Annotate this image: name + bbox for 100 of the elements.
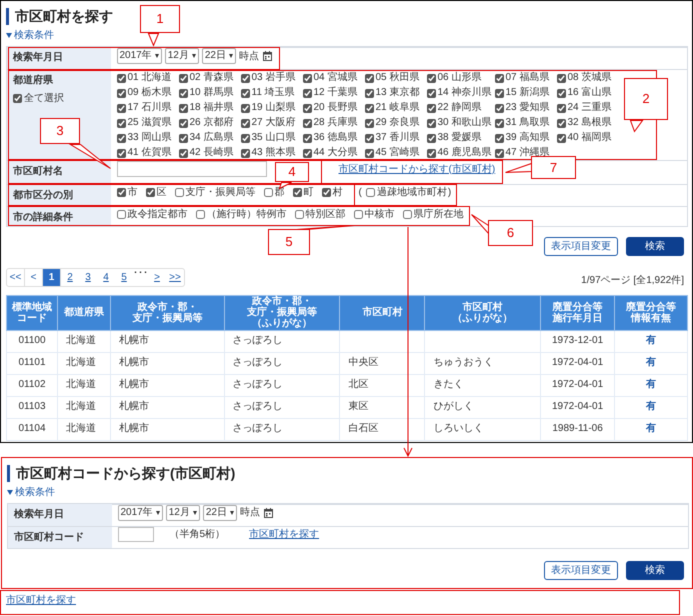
conditions-toggle[interactable]: 検索条件 xyxy=(6,29,688,42)
info-link[interactable]: 有 xyxy=(646,401,656,412)
checkbox[interactable] xyxy=(556,74,566,82)
checkbox[interactable] xyxy=(292,188,302,196)
page-link[interactable]: > xyxy=(148,268,166,286)
checkbox[interactable] xyxy=(354,210,362,218)
search-button[interactable]: 検索 xyxy=(626,560,684,580)
search-by-code-link[interactable]: 市区町村コードから探す(市区町村) xyxy=(338,162,496,176)
checkbox[interactable] xyxy=(426,104,436,112)
checkbox[interactable] xyxy=(366,188,375,196)
info-link[interactable]: 有 xyxy=(646,379,656,390)
checkbox[interactable] xyxy=(240,104,250,112)
display-settings-button[interactable]: 表示項目変更 xyxy=(544,560,618,580)
checkbox[interactable] xyxy=(174,188,184,196)
page-link[interactable]: >> xyxy=(166,268,184,286)
checkbox[interactable] xyxy=(13,94,22,102)
checkbox[interactable] xyxy=(116,88,126,98)
month-dropdown[interactable]: 12月 xyxy=(166,504,200,520)
table-cell: 北海道 xyxy=(57,418,110,440)
calendar-icon[interactable] xyxy=(263,51,272,61)
checkbox[interactable] xyxy=(294,210,304,218)
checkbox[interactable] xyxy=(302,148,312,158)
search-by-name-link[interactable]: 市区町村を探す xyxy=(249,528,320,541)
checkbox[interactable] xyxy=(302,134,312,142)
checkbox[interactable] xyxy=(364,88,374,98)
checkbox[interactable] xyxy=(240,118,250,128)
checkbox[interactable] xyxy=(556,118,566,128)
checkbox[interactable] xyxy=(116,134,126,142)
checkbox[interactable] xyxy=(178,118,188,128)
year-dropdown[interactable]: 2017年 xyxy=(118,504,163,520)
page-link[interactable]: 2 xyxy=(61,268,79,286)
month-dropdown[interactable]: 12月 xyxy=(164,48,199,64)
info-link[interactable]: 有 xyxy=(646,335,656,346)
checkbox[interactable] xyxy=(494,104,504,112)
checkbox[interactable] xyxy=(116,148,126,158)
checkbox[interactable] xyxy=(178,148,188,158)
checkbox-label: 18 福井県 xyxy=(190,101,234,115)
info-link[interactable]: 有 xyxy=(646,423,656,434)
page-link[interactable]: 3 xyxy=(79,268,97,286)
checkbox[interactable] xyxy=(322,188,330,196)
checkbox[interactable] xyxy=(240,88,250,98)
checkbox[interactable] xyxy=(494,134,504,142)
table-cell: さっぽろし xyxy=(224,418,340,440)
table-cell: 01100 xyxy=(6,330,58,352)
checkbox[interactable] xyxy=(116,74,126,82)
checkbox[interactable] xyxy=(364,134,374,142)
calendar-icon[interactable] xyxy=(264,508,273,518)
checkbox[interactable] xyxy=(302,88,312,98)
info-link[interactable]: 有 xyxy=(646,357,656,368)
checkbox[interactable] xyxy=(426,74,436,82)
checkbox[interactable] xyxy=(240,134,250,142)
page-link[interactable]: 1 xyxy=(43,268,61,286)
checkbox[interactable] xyxy=(402,210,412,218)
page-link[interactable]: 4 xyxy=(97,268,115,286)
checkbox[interactable] xyxy=(494,118,504,128)
checkbox[interactable] xyxy=(494,88,504,98)
input-field[interactable] xyxy=(116,161,266,177)
code-input-field[interactable] xyxy=(118,527,154,542)
checkbox-label: 17 石川県 xyxy=(128,101,172,115)
checkbox[interactable] xyxy=(116,104,126,112)
checkbox[interactable] xyxy=(240,148,250,158)
checkbox[interactable] xyxy=(178,134,188,142)
checkbox-label: 06 山形県 xyxy=(438,71,482,85)
checkbox[interactable] xyxy=(302,104,312,112)
page-link[interactable]: 5 xyxy=(115,268,133,286)
checkbox[interactable] xyxy=(302,74,312,82)
checkbox[interactable] xyxy=(364,74,374,82)
search-button[interactable]: 検索 xyxy=(626,236,684,256)
checkbox[interactable] xyxy=(116,188,126,196)
checkbox[interactable] xyxy=(116,210,126,218)
checkbox[interactable] xyxy=(364,104,374,112)
day-dropdown[interactable]: 22日 xyxy=(202,504,237,520)
checkbox[interactable] xyxy=(364,148,374,158)
checkbox[interactable] xyxy=(494,74,504,82)
checkbox[interactable] xyxy=(302,118,312,128)
checkbox[interactable] xyxy=(494,148,504,158)
checkbox[interactable] xyxy=(264,188,272,196)
checkbox[interactable] xyxy=(240,74,250,82)
checkbox[interactable] xyxy=(196,210,204,218)
conditions-toggle[interactable]: 検索条件 xyxy=(7,486,688,498)
display-settings-button[interactable]: 表示項目変更 xyxy=(544,236,618,256)
checkbox[interactable] xyxy=(178,88,188,98)
checkbox[interactable] xyxy=(146,188,154,196)
checkbox-label: 11 埼玉県 xyxy=(252,86,295,100)
checkbox[interactable] xyxy=(178,74,188,82)
checkbox[interactable] xyxy=(556,134,566,142)
checkbox-label: 町 xyxy=(304,186,314,198)
checkbox[interactable] xyxy=(556,104,566,112)
page-link[interactable]: << xyxy=(7,268,25,286)
checkbox[interactable] xyxy=(556,88,566,98)
checkbox[interactable] xyxy=(426,88,436,98)
checkbox[interactable] xyxy=(178,104,188,112)
checkbox[interactable] xyxy=(426,148,436,158)
checkbox-label: 01 北海道 xyxy=(128,71,172,85)
search-by-name-link[interactable]: 市区町村を探す xyxy=(6,594,76,606)
day-dropdown[interactable]: 22日 xyxy=(202,48,236,64)
checkbox[interactable] xyxy=(364,118,374,128)
checkbox[interactable] xyxy=(116,118,126,128)
checkbox[interactable] xyxy=(426,118,436,128)
checkbox[interactable] xyxy=(426,134,436,142)
